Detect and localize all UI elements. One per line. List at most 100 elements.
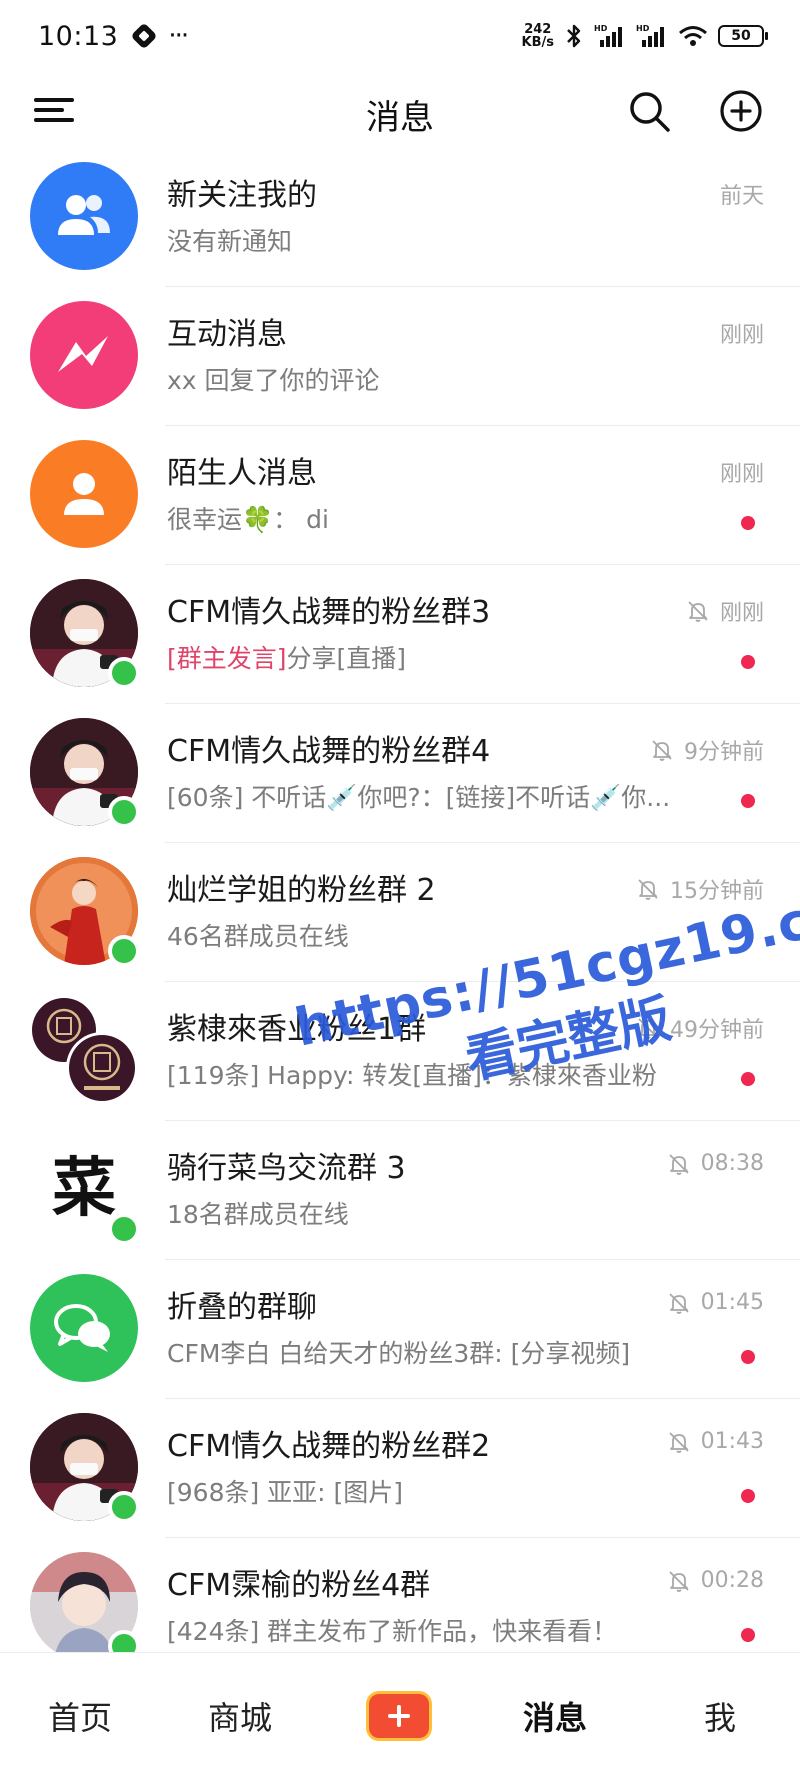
message-time-text: 刚刚 xyxy=(719,601,764,626)
message-list: 新关注我的 没有新通知 前天 互动消息 xx 回复了你的评论 刚刚 陌生人消息 … xyxy=(0,148,800,1677)
list-item[interactable]: 折叠的群聊 CFM李白 白给天才的粉丝3群: [分享视频] 01:45 xyxy=(0,1260,800,1399)
unread-dot xyxy=(741,1628,755,1642)
online-indicator xyxy=(108,796,140,828)
avatar xyxy=(30,1274,138,1382)
network-speed-unit: KB/s xyxy=(521,35,554,50)
list-item[interactable]: 新关注我的 没有新通知 前天 xyxy=(0,148,800,287)
search-button[interactable] xyxy=(626,88,672,134)
message-title: CFM霂榆的粉丝4群 xyxy=(167,1568,431,1603)
message-title: 灿烂学姐的粉丝群 2 xyxy=(167,873,436,908)
app-notification-icon xyxy=(130,22,158,50)
message-time-text: 49分钟前 xyxy=(670,1018,764,1043)
message-title: CFM情久战舞的粉丝群4 xyxy=(167,734,491,769)
mute-bell-icon xyxy=(668,1570,689,1592)
message-title: CFM情久战舞的粉丝群3 xyxy=(167,595,491,630)
mute-bell-icon xyxy=(638,879,658,900)
message-preview: 46名群成员在线 xyxy=(167,922,349,951)
signal-hd-1-icon: HD xyxy=(594,23,626,49)
svg-text:HD: HD xyxy=(636,24,650,33)
message-preview: [60条] 不听话💉你吧?：[链接]不听话💉你... xyxy=(167,783,671,812)
unread-dot xyxy=(741,516,755,530)
message-preview: 18名群成员在线 xyxy=(167,1200,349,1229)
mute-bell-icon xyxy=(652,740,672,761)
message-preview: [968条] 亚亚: [图片] xyxy=(167,1478,404,1507)
network-speed: 242 KB/s xyxy=(522,23,554,49)
create-plus-icon xyxy=(369,1694,429,1738)
message-title: 新关注我的 xyxy=(167,178,317,213)
search-icon xyxy=(630,92,670,132)
mute-bell-icon xyxy=(668,1431,689,1453)
message-title: 折叠的群聊 xyxy=(167,1290,317,1325)
message-title: 紫棣來香业粉丝1群 xyxy=(167,1012,427,1047)
message-preview: [群主发言]分享[直播] xyxy=(167,639,406,675)
message-title: 陌生人消息 xyxy=(167,456,317,491)
unread-dot xyxy=(741,655,755,669)
list-item[interactable]: CFM情久战舞的粉丝群4 [60条] 不听话💉你吧?：[链接]不听话💉你... … xyxy=(0,704,800,843)
message-time: 刚刚 xyxy=(686,595,764,627)
status-indicators: 242 KB/s HD HD 50 xyxy=(522,23,768,49)
mute-bell-icon xyxy=(638,1018,658,1039)
message-time-text: 15分钟前 xyxy=(670,879,764,904)
mute-bell-icon xyxy=(668,1292,689,1314)
message-time: 01:45 xyxy=(667,1290,764,1315)
nav-me[interactable]: 我 xyxy=(670,1653,770,1778)
nav-messages[interactable]: 消息 xyxy=(505,1653,605,1778)
list-item[interactable]: 菜 骑行菜鸟交流群 3 18名群成员在线 08:38 xyxy=(0,1121,800,1260)
more-notifications-icon: ··· xyxy=(168,21,189,51)
message-title: CFM情久战舞的粉丝群2 xyxy=(167,1429,491,1464)
list-item[interactable]: 灿烂学姐的粉丝群 2 46名群成员在线 15分钟前 xyxy=(0,843,800,982)
message-preview: CFM李白 白给天才的粉丝3群: [分享视频] xyxy=(167,1339,631,1368)
list-item[interactable]: 紫棣來香业粉丝1群 [119条] Happy: 转发[直播]：紫棣來香业粉 49… xyxy=(0,982,800,1121)
list-item[interactable]: 互动消息 xx 回复了你的评论 刚刚 xyxy=(0,287,800,426)
users-icon xyxy=(58,195,110,235)
add-button[interactable] xyxy=(718,88,764,134)
nav-mall[interactable]: 商城 xyxy=(190,1653,290,1778)
header: 消息 xyxy=(0,72,800,148)
mute-bell-icon xyxy=(688,601,708,622)
person-icon xyxy=(64,473,104,515)
mute-bell-icon xyxy=(668,1153,689,1175)
wifi-icon xyxy=(678,24,708,48)
chat-bubbles-icon xyxy=(54,1304,110,1352)
unread-dot xyxy=(741,794,755,808)
message-preview: [424条] 群主发布了新作品，快来看看！ xyxy=(167,1617,618,1646)
message-time: 08:38 xyxy=(667,1151,764,1176)
avatar xyxy=(30,440,138,548)
online-indicator xyxy=(108,1491,140,1523)
message-preview: xx 回复了你的评论 xyxy=(167,366,380,395)
list-item[interactable]: 陌生人消息 很幸运🍀： di 刚刚 xyxy=(0,426,800,565)
message-time-text: 01:43 xyxy=(700,1429,764,1454)
unread-dot xyxy=(741,1350,755,1364)
unread-dot xyxy=(741,1072,755,1086)
message-time-text: 00:28 xyxy=(700,1568,764,1593)
avatar xyxy=(30,162,138,270)
plus-circle-icon xyxy=(720,90,762,132)
battery-icon: 50 xyxy=(718,25,768,47)
avatar xyxy=(30,301,138,409)
list-item[interactable]: CFM情久战舞的粉丝群2 [968条] 亚亚: [图片] 01:43 xyxy=(0,1399,800,1538)
message-time-text: 9分钟前 xyxy=(684,740,764,765)
message-time: 刚刚 xyxy=(720,456,764,488)
message-time: 9分钟前 xyxy=(650,734,764,766)
online-indicator xyxy=(108,657,140,689)
message-time-text: 前天 xyxy=(719,184,764,209)
message-preview: [119条] Happy: 转发[直播]：紫棣來香业粉 xyxy=(167,1061,657,1090)
message-time-text: 08:38 xyxy=(700,1151,764,1176)
message-time-text: 刚刚 xyxy=(719,323,764,348)
nav-create-button[interactable] xyxy=(366,1653,432,1778)
bluetooth-icon xyxy=(564,23,584,49)
message-preview: 没有新通知 xyxy=(167,227,293,256)
page-title: 消息 xyxy=(366,98,434,138)
calligraphy-avatar: 菜 xyxy=(52,1151,116,1226)
signal-hd-2-icon: HD xyxy=(636,23,668,49)
message-time: 15分钟前 xyxy=(636,873,764,905)
nav-home[interactable]: 首页 xyxy=(30,1653,130,1778)
online-indicator xyxy=(108,935,140,967)
message-time: 前天 xyxy=(720,178,764,210)
lightning-icon xyxy=(58,336,108,372)
status-time: 10:13 xyxy=(38,20,119,52)
list-item[interactable]: CFM情久战舞的粉丝群3 [群主发言]分享[直播] 刚刚 xyxy=(0,565,800,704)
seal-avatar xyxy=(32,998,138,1104)
group-avatar xyxy=(30,996,138,1104)
message-title: 互动消息 xyxy=(167,317,287,352)
